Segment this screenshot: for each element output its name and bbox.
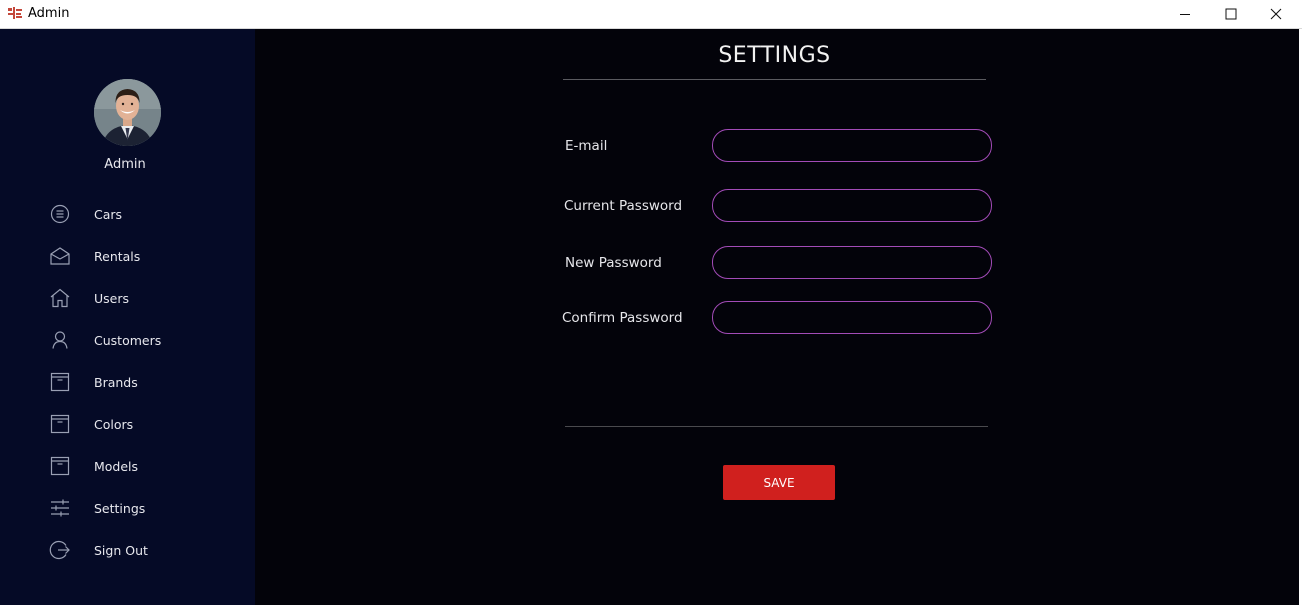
window-title: Admin [28, 6, 70, 21]
sidebar-item-label: Colors [94, 417, 134, 432]
sidebar-item-colors[interactable]: Colors [48, 412, 248, 438]
sign-out-icon [49, 540, 70, 560]
confirm-password-field[interactable] [712, 301, 992, 334]
sidebar: Admin Cars Rentals Users Customers Brand… [0, 29, 255, 605]
user-name: Admin [104, 157, 146, 172]
sidebar-item-label: Sign Out [94, 543, 148, 558]
email-field[interactable] [712, 129, 992, 162]
sidebar-item-users[interactable]: Users [48, 286, 248, 312]
sidebar-item-label: Cars [94, 207, 123, 222]
sidebar-item-label: Models [94, 459, 139, 474]
sidebar-item-sign-out[interactable]: Sign Out [48, 538, 248, 564]
archive-box-icon [50, 456, 70, 476]
current-password-field[interactable] [712, 189, 992, 222]
minimize-button[interactable] [1162, 0, 1208, 28]
sidebar-item-models[interactable]: Models [48, 454, 248, 480]
new-password-field[interactable] [712, 246, 992, 279]
sidebar-item-customers[interactable]: Customers [48, 328, 248, 354]
sidebar-item-label: Settings [94, 501, 146, 516]
new-password-label: New Password [565, 255, 662, 271]
sidebar-item-cars[interactable]: Cars [48, 202, 248, 228]
title-divider [563, 79, 986, 80]
save-button[interactable]: SAVE [723, 465, 835, 500]
email-label: E-mail [565, 138, 608, 154]
form-divider [565, 426, 988, 427]
minimize-icon [1180, 14, 1190, 15]
archive-box-icon [50, 372, 70, 392]
page-title: SETTINGS [718, 43, 831, 68]
home-icon [50, 288, 70, 308]
window-title-bar: Admin [0, 0, 1302, 29]
avatar [94, 79, 161, 146]
maximize-icon [1225, 8, 1237, 20]
list-circle-icon [50, 204, 70, 224]
sidebar-item-label: Customers [94, 333, 162, 348]
sidebar-item-brands[interactable]: Brands [48, 370, 248, 396]
sidebar-item-rentals[interactable]: Rentals [48, 244, 248, 270]
archive-box-icon [50, 414, 70, 434]
current-password-label: Current Password [564, 198, 683, 214]
user-photo-icon [94, 79, 161, 146]
sliders-icon [51, 499, 69, 517]
sidebar-item-settings[interactable]: Settings [48, 496, 248, 522]
close-icon [1270, 8, 1282, 20]
close-button[interactable] [1253, 0, 1299, 28]
sidebar-item-label: Users [94, 291, 130, 306]
maximize-button[interactable] [1208, 0, 1254, 28]
app-icon [8, 7, 22, 19]
sidebar-item-label: Rentals [94, 249, 141, 264]
envelope-icon [50, 247, 70, 265]
sidebar-item-label: Brands [94, 375, 138, 390]
confirm-password-label: Confirm Password [562, 310, 683, 326]
person-icon [52, 331, 68, 349]
